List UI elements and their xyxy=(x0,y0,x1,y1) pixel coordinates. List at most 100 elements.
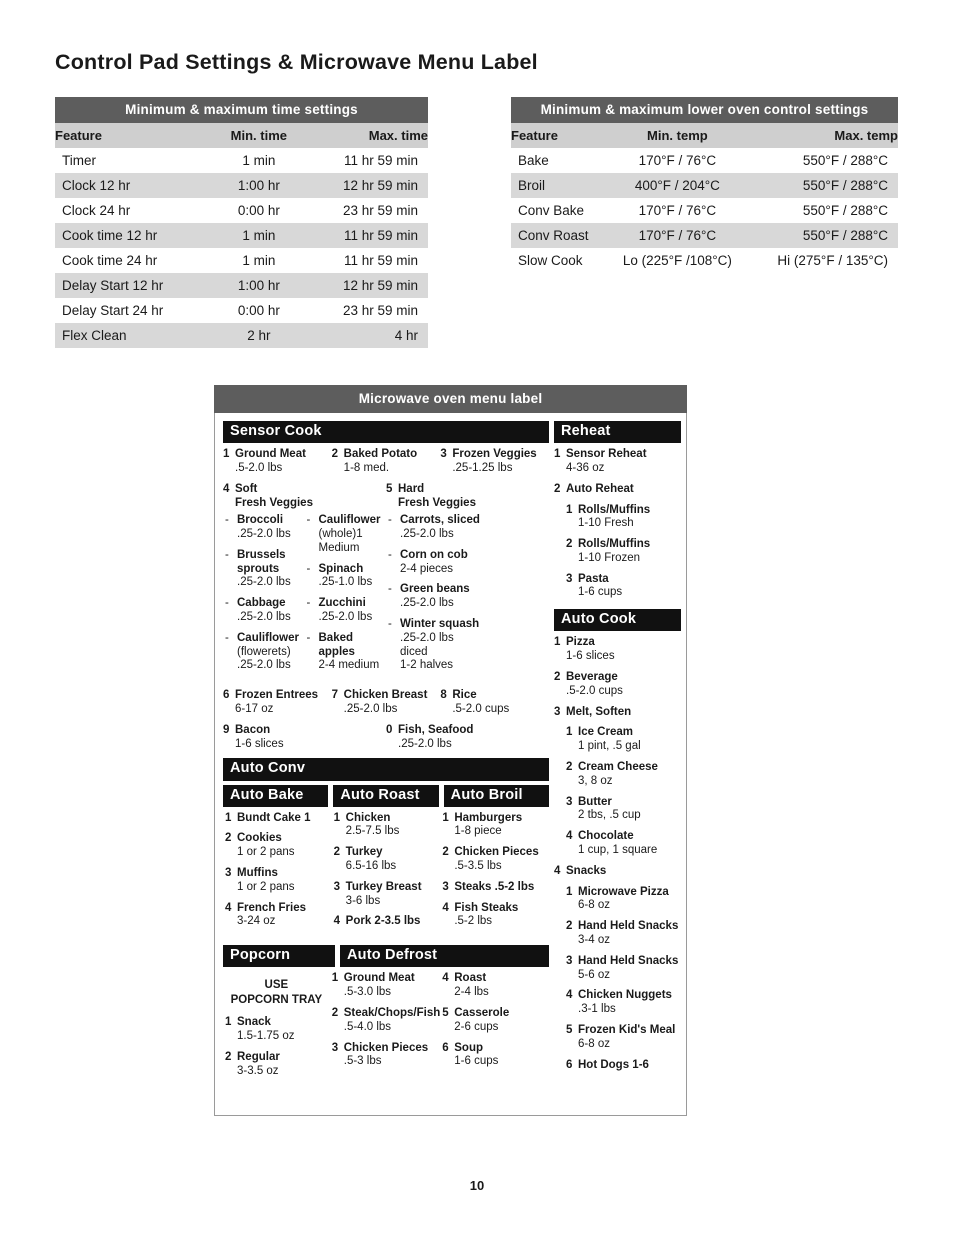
item-body: Rice .5-2.0 cups xyxy=(452,689,549,717)
section-bar-auto-broil: Auto Broil xyxy=(443,784,549,807)
item-number: 4 xyxy=(566,989,573,1002)
item-name: Muffins xyxy=(237,867,278,880)
item-number: 1 xyxy=(331,972,339,985)
popcorn-defrost-items: USE POPCORN TRAY 1 Snack 1.5-1.75 oz 2 Regula… xyxy=(223,967,549,1085)
menu-item: 3 Turkey Breast 3-6 lbs xyxy=(334,881,441,909)
item-number: - xyxy=(225,514,229,527)
oven-settings-header-row: Feature Min. temp Max. temp xyxy=(511,123,898,148)
oven-settings-table: Minimum & maximum lower oven control set… xyxy=(511,97,898,273)
item-body: Chocolate 1 cup, 1 square xyxy=(578,830,681,858)
item-qty: 2-4 pieces xyxy=(400,562,454,575)
item-name: Baked Potato xyxy=(343,448,418,461)
hard-veggies-number: 5 xyxy=(386,482,393,495)
menu-label-columns: Sensor Cook 1 Ground Meat .5-2.0 lbs 2 Baked… xyxy=(223,421,681,1085)
item-qty: 3-4 oz xyxy=(578,933,610,946)
item-body: Snack 1.5-1.75 oz xyxy=(237,1016,330,1044)
item-number: 3 xyxy=(554,705,561,718)
oven-col-max: Max. temp xyxy=(746,123,898,148)
menu-item: 1 Bundt Cake 1 xyxy=(225,812,332,826)
time-settings-title-row: Minimum & maximum time settings xyxy=(55,97,428,123)
item-qty: 1-2 halves xyxy=(400,659,454,672)
item-number: 1 xyxy=(225,1016,232,1029)
item-number: 4 xyxy=(225,901,232,914)
item-name: Cookies xyxy=(237,832,282,845)
menu-item: 5 Frozen Kid's Meal 6-8 oz xyxy=(566,1024,681,1052)
auto-conv-subsection-bars: Auto Bake Auto Roast Auto Broil xyxy=(223,784,549,807)
item-number: 1 xyxy=(554,448,561,461)
item-number: 3 xyxy=(331,1041,339,1054)
soft-veggies-col-2: - Cauliflower (whole)1 Medium - Spinach .25-1… xyxy=(305,514,387,680)
section-bar-auto-bake: Auto Bake xyxy=(223,784,329,807)
table-row: Cook time 12 hr 1 min 11 hr 59 min xyxy=(55,223,428,248)
menu-item-cell: 0 Fish, Seafood .25-2.0 lbs xyxy=(386,724,549,759)
oven-col-feature: Feature xyxy=(511,123,609,148)
sensor-cook-row-3: 9 Bacon 1-6 slices 0 Fish, Seafood .25-2.0 lb… xyxy=(223,724,549,759)
item-number: 1 xyxy=(566,885,573,898)
item-body: Spinach .25-1.0 lbs xyxy=(319,563,387,591)
hard-veggies-col-1: - Carrots, sliced .25-2.0 lbs - Corn on cob 2… xyxy=(386,514,549,673)
item-qty: .5-3.0 lbs xyxy=(343,986,392,999)
item-name: Auto Reheat xyxy=(566,482,634,495)
menu-item-cell: 3 Frozen Veggies .25-1.25 lbs xyxy=(440,448,549,483)
item-qty: .25-2.0 lbs xyxy=(343,703,398,716)
table-cell: 11 hr 59 min xyxy=(343,253,418,268)
table-cell: Cook time 24 hr xyxy=(62,253,158,268)
menu-item: - Winter squash .25-2.0 lbs diced 1-2 halves xyxy=(388,618,549,673)
table-cell: 23 hr 59 min xyxy=(342,303,418,318)
item-body: Regular 3-3.5 oz xyxy=(237,1051,330,1079)
menu-item: 2 Chicken Pieces .5-3.5 lbs xyxy=(442,846,549,874)
item-name: Chicken Pieces xyxy=(343,1041,429,1054)
menu-item: - Carrots, sliced .25-2.0 lbs xyxy=(388,514,549,542)
table-row: Conv Roast 170°F / 76°C 550°F / 288°C xyxy=(511,223,898,248)
item-body: Chicken Pieces .5-3.5 lbs xyxy=(454,846,549,874)
time-settings-table: Minimum & maximum time settings Feature … xyxy=(55,97,428,348)
item-body: Auto Reheat xyxy=(566,483,681,497)
item-name: Baked apples xyxy=(318,631,355,658)
item-body: Hand Held Snacks 3-4 oz xyxy=(578,920,681,948)
item-name: Green beans xyxy=(400,583,470,596)
item-body: Cookies 1 or 2 pans xyxy=(237,832,332,860)
table-row: Clock 12 hr 1:00 hr 12 hr 59 min xyxy=(55,173,428,198)
menu-item: - Broccoli .25-2.0 lbs xyxy=(225,514,305,542)
section-bar-popcorn: Popcorn xyxy=(223,945,335,968)
popcorn-block: USE POPCORN TRAY 1 Snack 1.5-1.75 oz 2 Regula… xyxy=(223,972,330,1085)
item-number: - xyxy=(388,583,392,596)
item-name: Brussels sprouts xyxy=(237,548,286,575)
item-qty: diced xyxy=(400,645,428,658)
item-body: Carrots, sliced .25-2.0 lbs xyxy=(400,514,549,542)
item-name: Cauliflower xyxy=(237,631,299,644)
item-number: 5 xyxy=(442,1006,449,1019)
item-qty: 3-24 oz xyxy=(237,915,276,928)
item-name: Steaks .5-2 lbs xyxy=(454,880,535,893)
table-cell: Conv Bake xyxy=(518,203,585,218)
item-qty: (whole)1 Medium xyxy=(318,528,363,554)
section-bar-reheat: Reheat xyxy=(554,421,681,444)
item-qty: .25-2.0 lbs xyxy=(237,611,291,624)
soft-veggies-title: Soft Fresh Veggies xyxy=(235,482,313,509)
section-bar-sensor-cook: Sensor Cook xyxy=(223,421,549,444)
item-name: Winter squash xyxy=(400,618,480,631)
item-number: 3 xyxy=(566,572,573,585)
auto-roast-list: 1 Chicken 2.5-7.5 lbs 2 Turkey 6.5-16 lbs 3 Tur… xyxy=(332,812,441,937)
menu-item: 1 Ground Meat .5-3.0 lbs xyxy=(332,972,441,1000)
menu-item: 3 Butter 2 tbs, .5 cup xyxy=(566,796,681,824)
item-number: 9 xyxy=(223,723,230,736)
item-qty: .5-2.0 cups xyxy=(566,684,623,697)
menu-item: 4 Chocolate 1 cup, 1 square xyxy=(566,830,681,858)
item-body: Frozen Kid's Meal 6-8 oz xyxy=(578,1024,681,1052)
table-cell: Slow Cook xyxy=(518,253,583,268)
menu-item: 4 Pork 2-3.5 lbs xyxy=(334,915,441,929)
menu-item: 1 Ground Meat .5-2.0 lbs xyxy=(223,448,332,476)
table-cell: Flex Clean xyxy=(55,323,217,348)
menu-item: - Spinach .25-1.0 lbs xyxy=(307,563,387,591)
soft-veggies-number: 4 xyxy=(223,482,230,495)
section-bar-auto-cook: Auto Cook xyxy=(554,609,681,632)
table-cell: 11 hr 59 min xyxy=(343,153,418,168)
menu-item: 2 Baked Potato 1-8 med. xyxy=(332,448,441,476)
item-name: Beverage xyxy=(566,670,618,683)
item-body: Zucchini .25-2.0 lbs xyxy=(319,597,387,625)
item-name: Pasta xyxy=(578,572,609,585)
menu-item: 0 Fish, Seafood .25-2.0 lbs xyxy=(386,724,549,752)
item-qty: 1-6 slices xyxy=(235,737,284,750)
item-qty: 1-10 Frozen xyxy=(578,551,641,564)
